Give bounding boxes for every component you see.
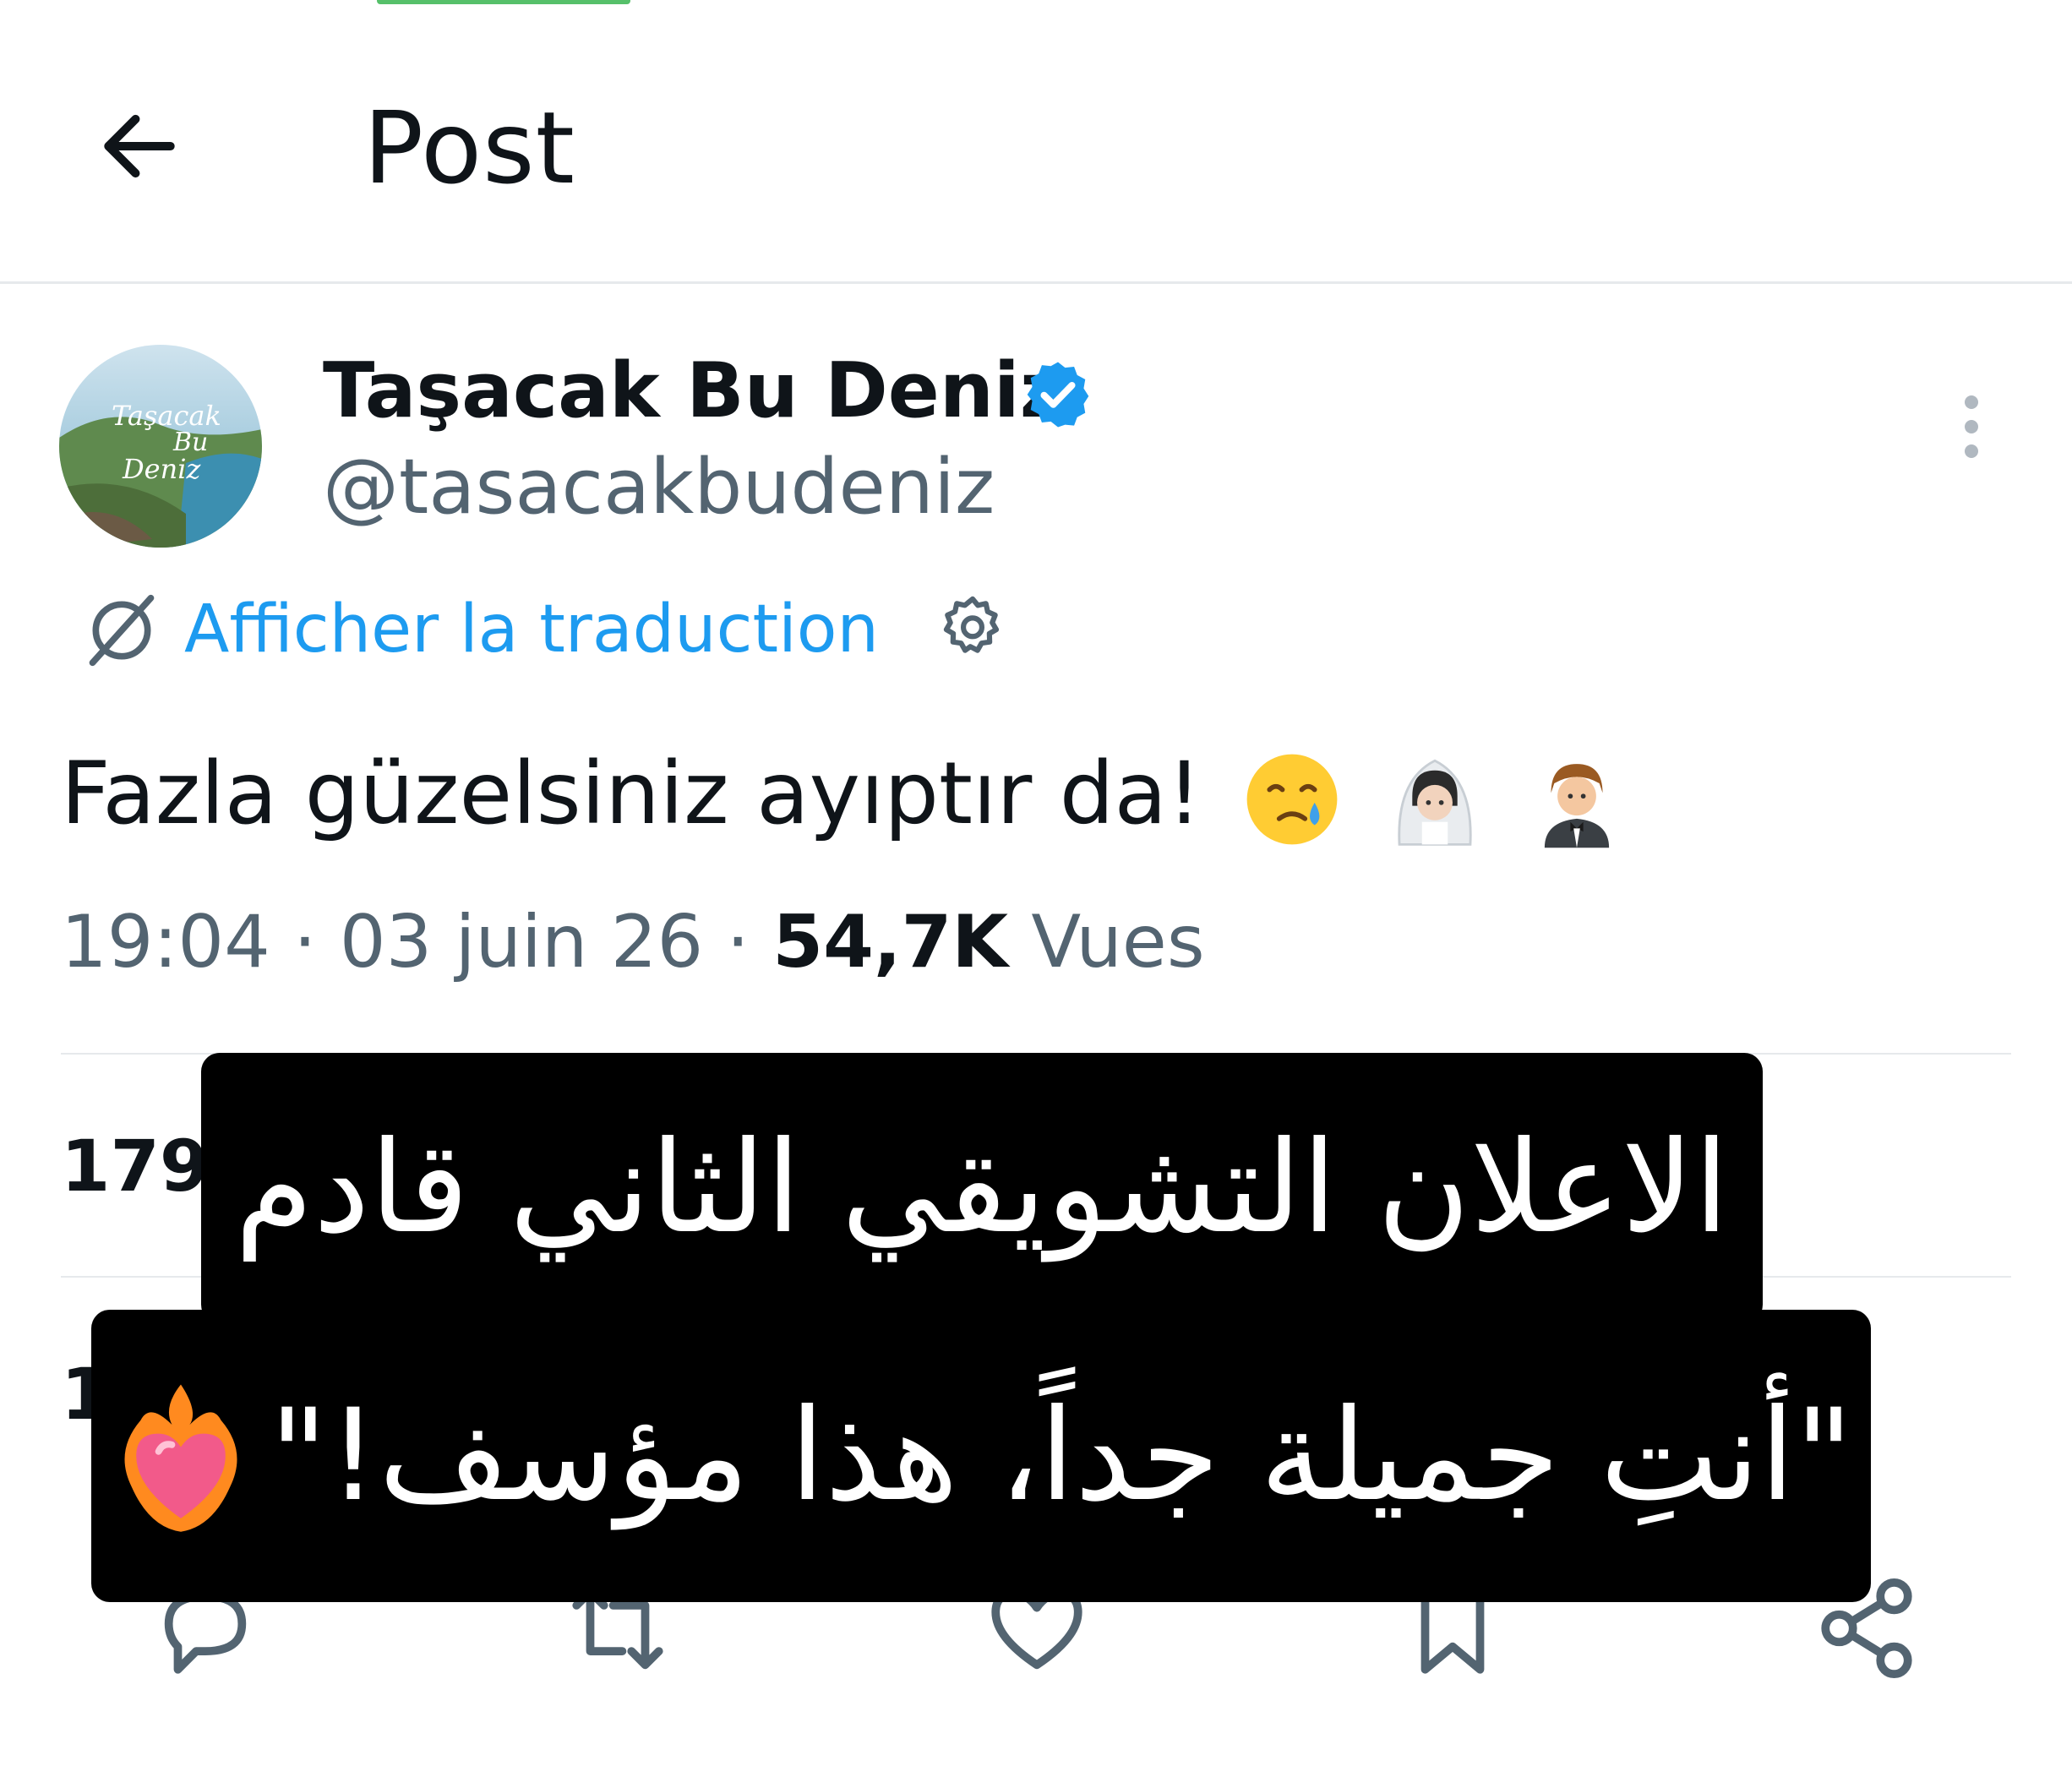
arrow-left-icon: [104, 114, 175, 178]
verified-badge-icon: [1027, 362, 1089, 428]
more-dot: [1965, 444, 1978, 458]
heart-on-fire-icon: [124, 1384, 237, 1532]
svg-text:Deniz: Deniz: [122, 453, 201, 485]
caption-quote: "أنتِ جميلة جداً، هذا مؤسف!": [269, 1382, 1854, 1529]
post-time[interactable]: 19:04: [61, 900, 270, 984]
more-options-button[interactable]: [1935, 380, 2008, 473]
man-in-tuxedo-icon: [1545, 764, 1610, 848]
show-translation-link[interactable]: Afficher la traduction: [184, 587, 879, 672]
meta-separator: ·: [726, 900, 750, 984]
more-dot: [1965, 420, 1978, 433]
post-meta: 19:04 · 03 juin 26 · 54,7K Vues: [61, 896, 1205, 989]
bride-with-veil-icon: [1398, 759, 1472, 846]
avatar[interactable]: Taşacak Bu Deniz: [59, 345, 262, 548]
post-body: Fazla güzelsiniz ayıptır da!: [61, 744, 1202, 844]
gear-icon[interactable]: [938, 593, 1007, 662]
caption-line-1: الاعلان التشويقي الثاني قادم: [234, 1115, 1730, 1262]
views-count: 54,7K: [772, 900, 1009, 984]
post-date[interactable]: 03 juin 26: [340, 900, 703, 984]
more-dot: [1965, 395, 1978, 409]
back-button[interactable]: [85, 91, 194, 201]
caption-line-2: "أنتِ جميلة جداً، هذا مؤسف!": [91, 1310, 1871, 1602]
author-handle[interactable]: @tasacakbudeniz: [323, 441, 995, 534]
stat-count[interactable]: 179: [61, 1124, 209, 1208]
translate-icon: [89, 594, 155, 667]
face-holding-back-tears-icon: [1246, 754, 1338, 845]
views-label: Vues: [1031, 900, 1205, 984]
meta-separator: ·: [293, 900, 317, 984]
header-divider: [0, 281, 2072, 284]
status-indicator: [377, 0, 630, 4]
post-text: Fazla güzelsiniz ayıptır da!: [61, 735, 1628, 853]
author-display-name[interactable]: Taşacak Bu Deniz: [323, 345, 1064, 438]
page-title: Post: [363, 90, 575, 206]
